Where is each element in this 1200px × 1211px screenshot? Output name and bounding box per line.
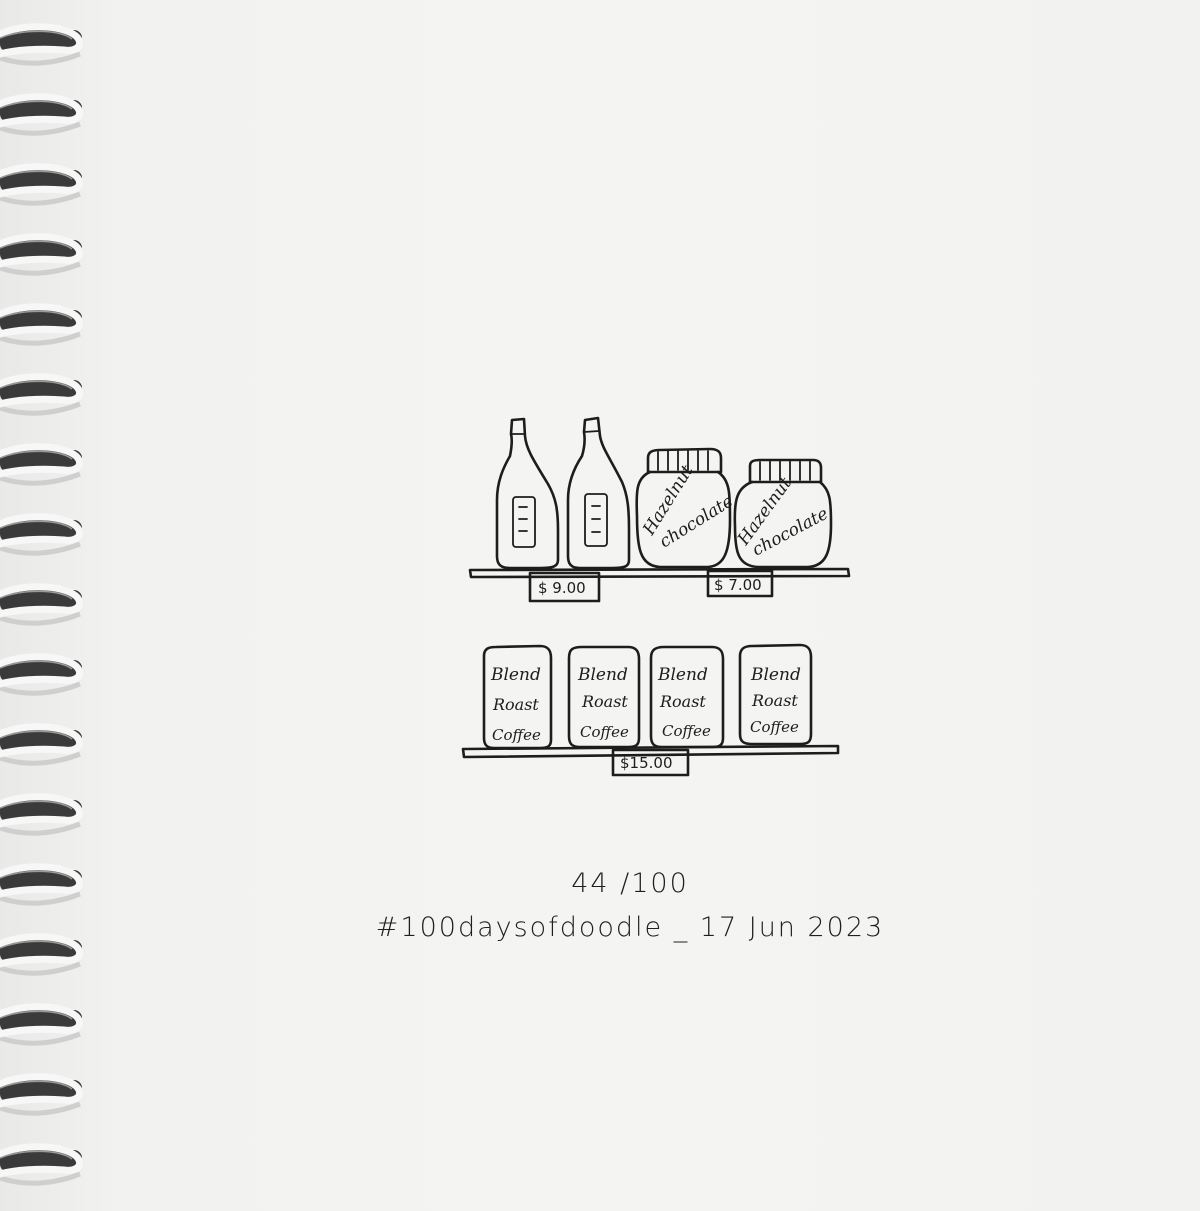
bottle-1 [495,417,560,570]
spiral-coil [0,373,83,416]
spiral-coil [0,1003,83,1046]
coffee-bag-4-line3: Coffee [750,718,799,736]
spiral-coil [0,653,83,696]
jars-price: $ 7.00 [714,576,762,594]
coffee-bag-2-line3: Coffee [580,723,629,741]
coffee-bag-2-line2: Roast [581,692,628,711]
bottles-price: $ 9.00 [538,579,586,597]
hashtag-date: #100daysofdoodle _ 17 Jun 2023 [375,912,885,943]
spiral-coil [0,513,83,556]
spiral-coil [0,303,83,346]
jars-price-tag: $ 7.00 [706,569,774,598]
coffee-bag-3-line1: Blend [657,665,708,685]
spiral-coil [0,163,83,206]
coffee-price: $15.00 [620,754,673,772]
coffee-bag-1-line2: Roast [492,695,539,714]
day-counter: 44 /100 [571,868,689,899]
spiral-coil [0,233,83,276]
spiral-coil [0,583,83,626]
coffee-bag-4-line1: Blend [750,665,801,685]
bottle-2 [566,416,631,570]
spiral-coil [0,1073,83,1116]
upper-shelf [468,567,851,579]
spiral-coil [0,1143,83,1186]
spiral-coil [0,723,83,766]
coffee-bag-1-line1: Blend [490,665,541,685]
spiral-coil [0,793,83,836]
coffee-bag-4-line2: Roast [751,691,798,710]
coffee-bag-3-line2: Roast [659,692,706,711]
spiral-coil [0,443,83,486]
coffee-bag-3-line3: Coffee [662,722,711,740]
spiral-binding [0,23,83,1186]
coffee-bag-2-line1: Blend [577,665,628,685]
shelf-doodle: Hazelnut chocolate Hazelnut chocolate $ … [461,416,851,777]
spiral-coil [0,23,83,66]
coffee-bag-1-line3: Coffee [492,726,541,744]
spiral-coil [0,93,83,136]
